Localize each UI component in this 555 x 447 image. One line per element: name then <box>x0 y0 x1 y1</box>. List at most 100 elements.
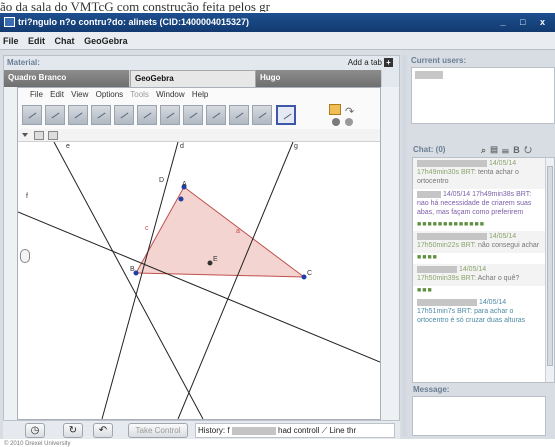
move-view-tool-icon[interactable] <box>276 105 296 125</box>
window-title: tri?ngulo n?o contru?do: alinets (CID:14… <box>18 17 250 27</box>
gg-menu-edit[interactable]: Edit <box>50 90 64 99</box>
reflect-tool-icon[interactable] <box>206 105 226 125</box>
app-window: tri?ngulo n?o contru?do: alinets (CID:14… <box>0 13 555 447</box>
line-tool-label: Line thr <box>329 426 357 435</box>
label-line-g: g <box>294 143 298 150</box>
current-users-list <box>411 67 555 124</box>
ellipse-tool-icon[interactable] <box>160 105 180 125</box>
menu-edit[interactable]: Edit <box>28 36 45 46</box>
label-side-c: c <box>145 225 149 232</box>
gg-menu-file[interactable]: File <box>30 90 43 99</box>
gg-menu-options[interactable]: Options <box>96 90 124 99</box>
geogebra-menubar: File Edit View Options Tools Window Help <box>18 88 380 102</box>
collapse-icon[interactable] <box>22 133 28 137</box>
sync-icon[interactable]: ↻ <box>524 145 533 155</box>
chat-title: Chat: (0) <box>413 145 446 154</box>
history-clock-icon[interactable]: ◷ <box>25 423 45 438</box>
history-suffix: had controll <box>278 426 320 435</box>
label-d: D <box>159 177 164 184</box>
tab-hugo[interactable]: Hugo <box>256 70 382 87</box>
app-icon <box>4 17 15 27</box>
line-tool-icon[interactable] <box>68 105 88 125</box>
label-c: C <box>307 270 312 277</box>
chat-message: 14/05/14 17h50min22s BRT: não consegui a… <box>413 231 554 253</box>
geogebra-toolbar: ↷ <box>18 102 380 129</box>
geogebra-stylebar <box>18 129 380 142</box>
panel-divider[interactable] <box>402 55 407 436</box>
list-icon[interactable]: ☰ <box>502 145 510 155</box>
label-line-d: d <box>180 143 184 150</box>
point-e <box>207 260 213 266</box>
add-tab-button[interactable]: Add a tab + <box>348 56 393 70</box>
tab-geogebra[interactable]: GeoGebra <box>130 70 256 87</box>
slider-tool-icon[interactable] <box>229 105 249 125</box>
label-a: A <box>182 181 187 188</box>
bottom-toolbar: ◷ ↻ ↶ Take Control History: f had contro… <box>3 420 400 439</box>
current-users-header: Current users: <box>411 56 467 65</box>
gg-menu-view[interactable]: View <box>71 90 88 99</box>
undo-icon[interactable] <box>329 104 341 115</box>
text-tool-icon[interactable] <box>252 105 272 125</box>
panel-slider-handle[interactable] <box>20 249 30 263</box>
tab-quadro-branco[interactable]: Quadro Branco <box>4 70 130 87</box>
search-icon[interactable]: ⌕ <box>481 145 487 155</box>
material-header: Material: Add a tab + <box>4 56 399 70</box>
geogebra-applet: File Edit View Options Tools Window Help <box>17 87 381 420</box>
gg-menu-help[interactable]: Help <box>192 90 208 99</box>
chat-scrollbar[interactable] <box>545 158 554 382</box>
axes-toggle-icon[interactable] <box>34 131 44 140</box>
line-g <box>177 142 294 419</box>
chat-message: 14/05/14 17h49min38s BRT: nao há necessi… <box>417 190 532 216</box>
line-d <box>101 142 179 419</box>
take-control-button[interactable]: Take Control <box>128 423 188 438</box>
refresh-icon[interactable]: ↻ <box>63 423 83 438</box>
menu-file[interactable]: File <box>3 36 19 46</box>
side-panel: Current users: Chat: (0) ⌕ ▤ ☰ B ↻ 14/05… <box>409 55 555 436</box>
redo-icon[interactable]: ↷ <box>345 105 354 118</box>
format-icon[interactable]: ▤ <box>491 145 499 155</box>
chat-message: 14/05/14 17h50min39s BRT: Achar o quê? <box>413 264 554 286</box>
circle-tool-icon[interactable] <box>137 105 157 125</box>
bold-icon[interactable]: B <box>513 145 521 155</box>
plus-icon: + <box>384 58 393 67</box>
title-bar: tri?ngulo n?o contru?do: alinets (CID:14… <box>0 13 555 32</box>
perpendicular-tool-icon[interactable] <box>91 105 111 125</box>
menu-chat[interactable]: Chat <box>55 36 75 46</box>
gg-menu-window[interactable]: Window <box>156 90 184 99</box>
point-d <box>178 196 184 202</box>
label-b: B <box>130 266 135 273</box>
page-caption: ão da sala do VMTcG com construção feita… <box>0 0 270 12</box>
blurred-name <box>417 265 457 273</box>
grid-toggle-icon[interactable] <box>48 131 58 140</box>
scrollbar-thumb[interactable] <box>547 166 553 366</box>
window-controls[interactable]: _ □ x <box>501 13 551 32</box>
main-menubar: File Edit Chat GeoGebra <box>0 32 555 50</box>
help-icon[interactable] <box>332 118 340 126</box>
chat-header: Chat: (0) ⌕ ▤ ☰ B ↻ <box>409 143 555 157</box>
current-user-blurred <box>415 71 443 79</box>
line-hidden <box>18 277 380 282</box>
gear-icon[interactable] <box>345 118 353 126</box>
geometry-canvas[interactable]: D A B C E e d g f c a <box>18 142 380 419</box>
move-tool-icon[interactable] <box>22 105 42 125</box>
release-control-icon[interactable]: ↶ <box>93 423 113 438</box>
blurred-name <box>417 190 441 198</box>
gg-menu-tools[interactable]: Tools <box>130 90 149 99</box>
message-input[interactable] <box>412 396 546 436</box>
angle-tool-icon[interactable] <box>183 105 203 125</box>
polygon-tool-icon[interactable] <box>114 105 134 125</box>
chat-log: 14/05/14 17h49min30s BRT: tenta achar o … <box>412 157 555 383</box>
chat-message: 14/05/14 17h49min30s BRT: tenta achar o … <box>413 158 554 189</box>
label-line-f: f <box>26 193 28 200</box>
blurred-name <box>231 426 276 435</box>
blurred-name <box>417 232 487 240</box>
activity-dots: ■■■ <box>417 287 433 294</box>
material-label: Material: <box>7 58 40 67</box>
chat-tools: ⌕ ▤ ☰ B ↻ <box>481 143 533 157</box>
triangle-fill <box>136 187 304 277</box>
blurred-name <box>417 159 487 167</box>
menu-geogebra[interactable]: GeoGebra <box>84 36 128 46</box>
line-tool-icon: ⟋ <box>321 426 328 435</box>
material-panel: Material: Add a tab + Quadro Branco GeoGe… <box>3 55 400 436</box>
point-tool-icon[interactable] <box>45 105 65 125</box>
